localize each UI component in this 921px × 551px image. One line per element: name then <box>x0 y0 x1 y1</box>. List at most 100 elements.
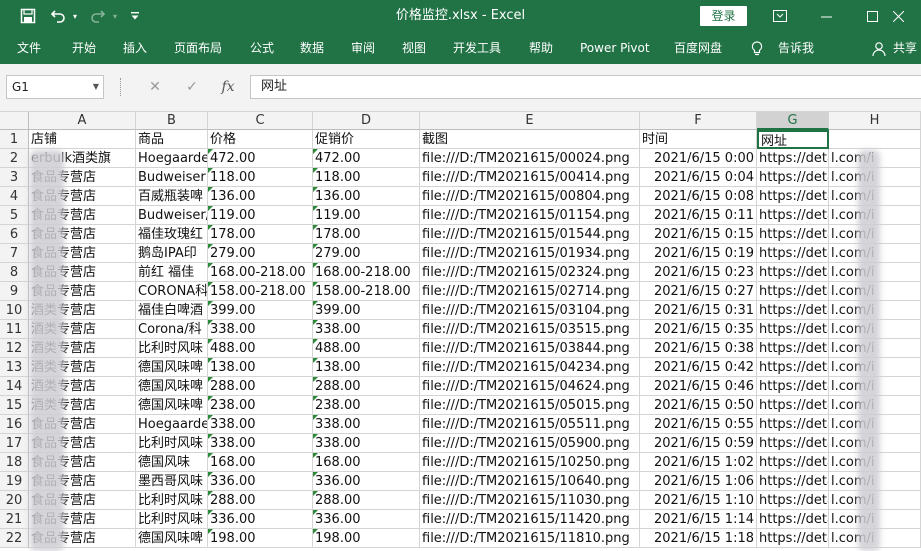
table-cell[interactable]: 118.00 <box>208 168 313 187</box>
row-header[interactable]: 14 <box>0 377 29 396</box>
row-header[interactable]: 13 <box>0 358 29 377</box>
tell-me-search[interactable]: 告诉我 <box>778 32 814 64</box>
table-cell[interactable]: 时间 <box>640 130 757 149</box>
row-header[interactable]: 16 <box>0 415 29 434</box>
select-all-corner[interactable] <box>0 112 29 130</box>
table-cell[interactable]: file:///D:/TM2021615/02324.png <box>420 263 640 282</box>
table-cell[interactable]: 前红 福佳 <box>136 263 208 282</box>
row-header[interactable]: 12 <box>0 339 29 358</box>
table-cell[interactable]: file:///D:/TM2021615/10250.png <box>420 453 640 472</box>
table-cell[interactable]: 2021/6/15 1:18 <box>640 529 757 548</box>
table-cell[interactable]: 472.00 <box>313 149 420 168</box>
table-cell[interactable]: 比利时风味 <box>136 339 208 358</box>
table-cell[interactable]: 2021/6/15 0:00 <box>640 149 757 168</box>
table-cell[interactable]: https://detail.tm <box>757 491 829 510</box>
table-cell[interactable]: 2021/6/15 0:31 <box>640 301 757 320</box>
row-header[interactable]: 20 <box>0 491 29 510</box>
table-cell[interactable]: https://detail.tm <box>757 434 829 453</box>
table-cell[interactable]: 279.00 <box>313 244 420 263</box>
tab-help[interactable]: 帮助 <box>529 32 553 64</box>
table-cell[interactable]: file:///D:/TM2021615/04234.png <box>420 358 640 377</box>
table-cell[interactable]: 2021/6/15 0:23 <box>640 263 757 282</box>
table-cell[interactable] <box>829 130 921 149</box>
table-cell[interactable]: 288.00 <box>208 377 313 396</box>
table-cell[interactable]: 2021/6/15 0:19 <box>640 244 757 263</box>
row-header[interactable]: 11 <box>0 320 29 339</box>
tab-insert[interactable]: 插入 <box>123 32 147 64</box>
column-header-d[interactable]: D <box>313 112 420 130</box>
table-cell[interactable]: 472.00 <box>208 149 313 168</box>
table-cell[interactable]: 399.00 <box>313 301 420 320</box>
table-cell[interactable]: 336.00 <box>208 510 313 529</box>
table-cell[interactable]: https://detail.tm <box>757 149 829 168</box>
save-icon[interactable] <box>14 0 42 32</box>
table-cell[interactable]: file:///D:/TM2021615/01154.png <box>420 206 640 225</box>
table-cell[interactable]: https://detail.tm <box>757 453 829 472</box>
table-cell[interactable]: 德国风味 <box>136 453 208 472</box>
table-cell[interactable]: 商品 <box>136 130 208 149</box>
row-header[interactable]: 17 <box>0 434 29 453</box>
table-cell[interactable]: 119.00 <box>313 206 420 225</box>
table-cell[interactable]: 2021/6/15 1:06 <box>640 472 757 491</box>
table-cell[interactable]: file:///D:/TM2021615/00804.png <box>420 187 640 206</box>
table-cell[interactable]: 德国风味啤 <box>136 396 208 415</box>
table-cell[interactable]: https://detail.tm <box>757 358 829 377</box>
table-cell[interactable]: 168.00 <box>208 453 313 472</box>
table-cell[interactable]: 118.00 <box>313 168 420 187</box>
table-cell[interactable]: CORONA科 <box>136 282 208 301</box>
table-cell[interactable]: 2021/6/15 0:04 <box>640 168 757 187</box>
table-cell[interactable]: 336.00 <box>208 472 313 491</box>
customize-qat-icon[interactable] <box>128 0 142 32</box>
table-cell[interactable]: 338.00 <box>313 320 420 339</box>
table-cell[interactable]: 158.00-218.00 <box>208 282 313 301</box>
table-cell[interactable]: 百威瓶装啤 <box>136 187 208 206</box>
table-cell[interactable]: 鹅岛IPA印 <box>136 244 208 263</box>
table-cell[interactable]: file:///D:/TM2021615/11030.png <box>420 491 640 510</box>
row-header[interactable]: 7 <box>0 244 29 263</box>
table-cell[interactable]: 288.00 <box>208 491 313 510</box>
table-cell[interactable]: Hoegaarde <box>136 415 208 434</box>
tab-review[interactable]: 审阅 <box>351 32 375 64</box>
table-cell[interactable]: 338.00 <box>313 415 420 434</box>
table-cell[interactable]: 比利时风味 <box>136 510 208 529</box>
table-cell[interactable]: 德国风味啤 <box>136 377 208 396</box>
row-header[interactable]: 5 <box>0 206 29 225</box>
table-cell[interactable]: 288.00 <box>313 377 420 396</box>
share-user-icon[interactable] <box>872 32 886 64</box>
table-cell[interactable]: 2021/6/15 1:10 <box>640 491 757 510</box>
table-cell[interactable]: https://detail.tm <box>757 225 829 244</box>
row-header[interactable]: 4 <box>0 187 29 206</box>
table-cell[interactable]: https://detail.tm <box>757 206 829 225</box>
undo-icon[interactable] <box>46 0 70 32</box>
table-cell[interactable]: 338.00 <box>208 415 313 434</box>
table-cell[interactable]: https://detail.tm <box>757 472 829 491</box>
table-cell[interactable]: 比利时风味 <box>136 491 208 510</box>
table-cell[interactable]: 338.00 <box>208 320 313 339</box>
table-cell[interactable]: https://detail.tm <box>757 244 829 263</box>
undo-dropdown-icon[interactable]: ▾ <box>70 0 80 32</box>
cancel-icon[interactable]: ✕ <box>144 75 166 99</box>
column-header-e[interactable]: E <box>420 112 640 130</box>
table-cell[interactable]: 2021/6/15 0:27 <box>640 282 757 301</box>
table-cell[interactable]: file:///D:/TM2021615/00024.png <box>420 149 640 168</box>
table-cell[interactable]: 338.00 <box>208 434 313 453</box>
table-cell[interactable]: 336.00 <box>313 472 420 491</box>
row-header[interactable]: 18 <box>0 453 29 472</box>
tab-baidu-netdisk[interactable]: 百度网盘 <box>674 32 722 64</box>
row-header[interactable]: 2 <box>0 149 29 168</box>
table-cell[interactable]: 178.00 <box>208 225 313 244</box>
table-cell[interactable]: file:///D:/TM2021615/03104.png <box>420 301 640 320</box>
close-icon[interactable] <box>875 0 921 32</box>
table-cell[interactable]: https://detail.tm <box>757 263 829 282</box>
tab-page-layout[interactable]: 页面布局 <box>174 32 222 64</box>
table-cell[interactable]: https://detail.tm <box>757 282 829 301</box>
table-cell[interactable]: 336.00 <box>313 510 420 529</box>
table-cell[interactable]: 288.00 <box>313 491 420 510</box>
table-cell[interactable]: file:///D:/TM2021615/00414.png <box>420 168 640 187</box>
table-cell[interactable]: 2021/6/15 0:50 <box>640 396 757 415</box>
table-cell[interactable]: Budweiser <box>136 168 208 187</box>
tab-file[interactable]: 文件 <box>17 32 41 64</box>
formula-bar-splitter[interactable] <box>120 78 122 96</box>
table-cell[interactable]: 138.00 <box>208 358 313 377</box>
row-header[interactable]: 21 <box>0 510 29 529</box>
